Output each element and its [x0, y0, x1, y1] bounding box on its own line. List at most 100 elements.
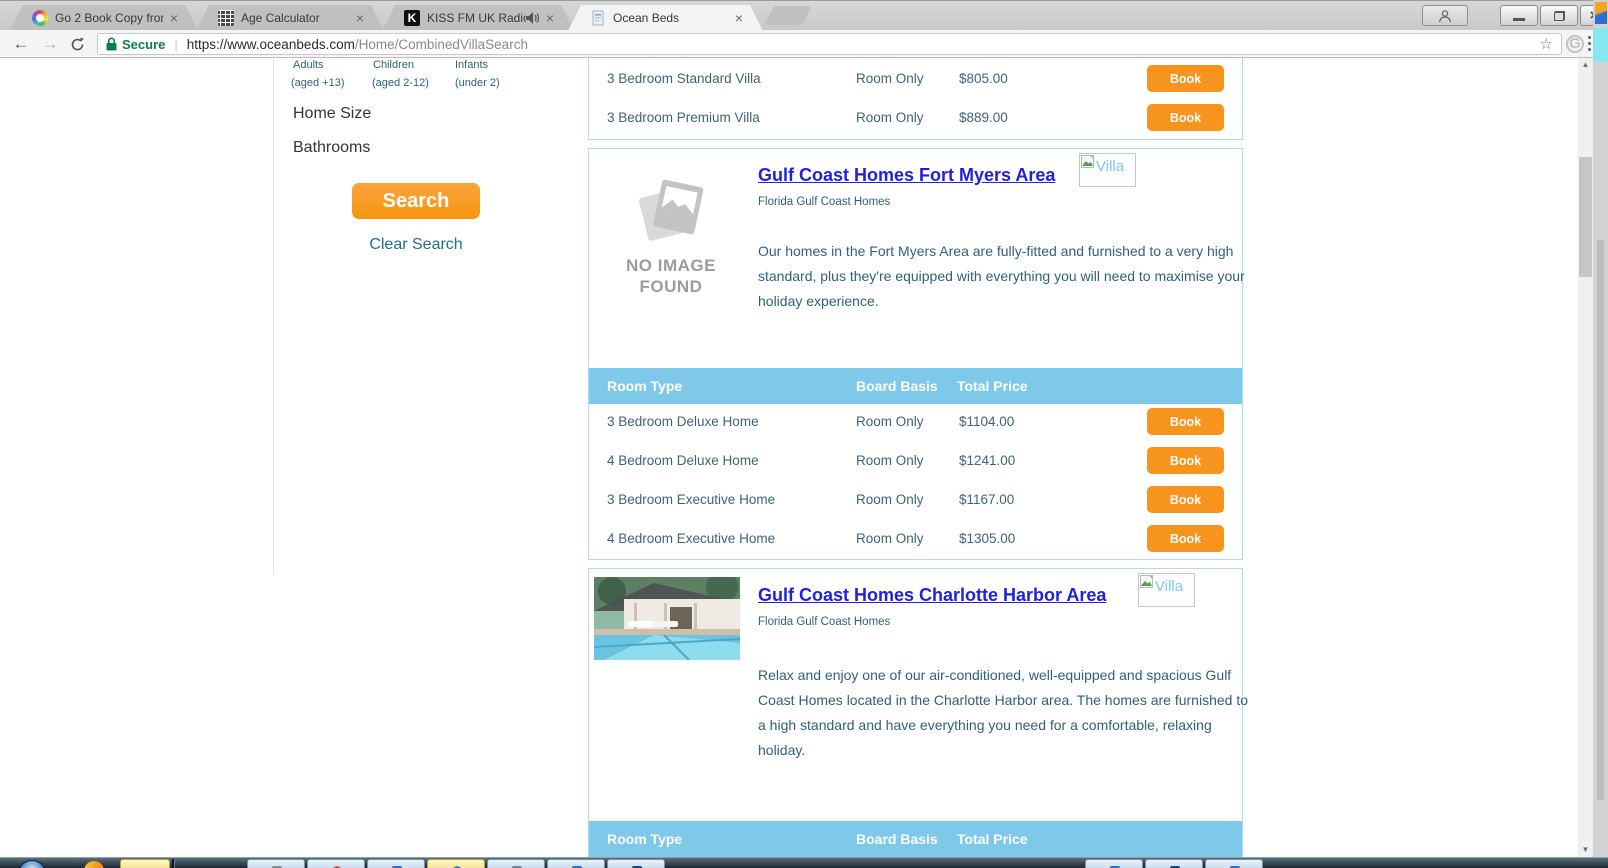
- back-button[interactable]: ←: [8, 32, 34, 56]
- tab-close-icon[interactable]: ×: [735, 11, 743, 25]
- villa-title-link[interactable]: Gulf Coast Homes Charlotte Harbor Area: [758, 585, 1106, 606]
- book-button[interactable]: Book: [1147, 104, 1224, 131]
- taskbar-button-folder[interactable]: [120, 859, 170, 868]
- villa-title-link[interactable]: Gulf Coast Homes Fort Myers Area: [758, 165, 1055, 186]
- taskbar-button[interactable]: [487, 859, 545, 868]
- panel-divider: [273, 58, 274, 575]
- bookmark-star-icon[interactable]: ☆: [1540, 35, 1553, 53]
- adults-label: Adults: [293, 59, 324, 71]
- page-scrollbar[interactable]: ▲ ▼: [1578, 58, 1593, 857]
- tab-title: KISS FM UK Radio Pla: [427, 11, 524, 25]
- board-basis-header: Board Basis: [856, 831, 938, 847]
- table-row: 3 Bedroom Premium Villa Room Only $889.0…: [589, 100, 1242, 139]
- taskbar-button[interactable]: [607, 859, 665, 868]
- no-image-placeholder: NO IMAGE FOUND: [601, 173, 741, 297]
- table-row: 3 Bedroom Deluxe Home Room Only $1104.00…: [589, 404, 1242, 443]
- taskbar-button[interactable]: [547, 859, 605, 868]
- board-basis-cell: Room Only: [856, 110, 924, 125]
- room-type-cell: 3 Bedroom Executive Home: [607, 492, 776, 507]
- image-alt-text: Villa: [1155, 578, 1184, 595]
- start-button[interactable]: [18, 860, 46, 868]
- tab-close-icon[interactable]: ×: [546, 11, 554, 25]
- book-button[interactable]: Book: [1147, 408, 1224, 435]
- room-type-cell: 4 Bedroom Deluxe Home: [607, 453, 759, 468]
- address-bar[interactable]: Secure | https://www.oceanbeds.com/Home/…: [97, 33, 1562, 55]
- profile-button[interactable]: [1422, 5, 1468, 26]
- background-window-icon: [1595, 2, 1607, 24]
- villa-card-fort-myers: NO IMAGE FOUND Gulf Coast Homes Fort Mye…: [588, 148, 1245, 560]
- background-window-scrollbar: [1597, 240, 1604, 800]
- tab-close-icon[interactable]: ×: [356, 11, 364, 25]
- restore-button[interactable]: [1540, 5, 1578, 26]
- scrollbar-thumb[interactable]: [1579, 157, 1592, 277]
- board-basis-cell: Room Only: [856, 71, 924, 86]
- taskbar-button[interactable]: [247, 859, 305, 868]
- tab-age-calculator[interactable]: Age Calculator ×: [196, 5, 384, 31]
- tab-title: Ocean Beds: [613, 11, 680, 25]
- kiss-fm-icon: K: [404, 10, 420, 26]
- total-price-cell: $1241.00: [959, 453, 1016, 468]
- villa-card-partial: 3 Bedroom Standard Villa Room Only $805.…: [588, 58, 1243, 140]
- restore-icon: [1553, 10, 1565, 21]
- board-basis-cell: Room Only: [856, 453, 924, 468]
- board-basis-cell: Room Only: [856, 531, 924, 546]
- minimize-icon: [1513, 18, 1525, 21]
- room-type-cell: 4 Bedroom Executive Home: [607, 531, 776, 546]
- board-basis-cell: Room Only: [856, 492, 924, 507]
- book-button[interactable]: Book: [1147, 525, 1224, 552]
- total-price-cell: $1104.00: [959, 414, 1015, 429]
- secure-lock-icon: [106, 37, 117, 51]
- tab-close-icon[interactable]: ×: [170, 11, 178, 25]
- taskbar-button[interactable]: [367, 859, 425, 868]
- background-window-edge: [1593, 0, 1608, 868]
- browser-toolbar: ← → Secure | https://www.oceanbeds.com/H…: [0, 30, 1593, 58]
- room-type-cell: 3 Bedroom Standard Villa: [607, 71, 761, 86]
- book-button[interactable]: Book: [1147, 447, 1224, 474]
- extension-icon[interactable]: G: [1566, 35, 1584, 53]
- reload-button[interactable]: [64, 32, 90, 56]
- taskbar-separator: [172, 859, 174, 868]
- total-price-cell: $805.00: [959, 71, 1008, 86]
- taskbar-button[interactable]: [1085, 859, 1143, 868]
- villa-card-charlotte-harbor: Gulf Coast Homes Charlotte Harbor Area V…: [588, 568, 1248, 857]
- villa-subtitle: Florida Gulf Coast Homes: [758, 196, 891, 208]
- table-row: 4 Bedroom Deluxe Home Room Only $1241.00…: [589, 443, 1242, 482]
- audio-speaker-icon[interactable]: [526, 12, 540, 24]
- taskbar: [0, 857, 1608, 868]
- taskbar-button[interactable]: [1205, 859, 1263, 868]
- taskbar-button-active[interactable]: [427, 859, 485, 868]
- taskbar-app-icon[interactable]: [84, 861, 104, 868]
- adults-sub-label: (aged +13): [291, 77, 345, 89]
- minimize-button[interactable]: [1500, 5, 1538, 26]
- forward-button[interactable]: →: [37, 32, 63, 56]
- clear-search-link[interactable]: Clear Search: [352, 236, 480, 254]
- total-price-cell: $1305.00: [959, 531, 1016, 546]
- tab-go2book[interactable]: Go 2 Book Copy from SP ×: [10, 5, 198, 31]
- image-alt-text: Villa: [1096, 158, 1125, 175]
- taskbar-button[interactable]: [307, 859, 365, 868]
- total-price-header: Total Price: [957, 378, 1028, 394]
- new-tab-button[interactable]: [765, 7, 811, 24]
- background-window-band: [1593, 28, 1608, 62]
- search-button[interactable]: Search: [352, 183, 480, 219]
- book-button[interactable]: Book: [1147, 486, 1224, 513]
- scroll-down-arrow[interactable]: ▼: [1578, 843, 1593, 857]
- board-basis-cell: Room Only: [856, 414, 924, 429]
- taskbar-button[interactable]: [1145, 859, 1203, 868]
- total-price-cell: $1167.00: [959, 492, 1015, 507]
- url-host: https://www.oceanbeds.com: [186, 36, 355, 52]
- table-row: 3 Bedroom Executive Home Room Only $1167…: [589, 482, 1242, 521]
- broken-image-icon: [1081, 155, 1094, 168]
- tab-kiss-fm[interactable]: K KISS FM UK Radio Pla ×: [382, 5, 574, 31]
- page-icon: [590, 10, 606, 26]
- broken-image-icon: [1140, 575, 1153, 588]
- book-button[interactable]: Book: [1147, 65, 1224, 92]
- table-header: Room Type Board Basis Total Price: [589, 821, 1242, 857]
- villa-subtitle: Florida Gulf Coast Homes: [758, 616, 891, 628]
- no-image-text-line2: FOUND: [639, 277, 703, 296]
- scroll-up-arrow[interactable]: ▲: [1578, 58, 1593, 72]
- villa-photo: [594, 577, 740, 660]
- tab-ocean-beds[interactable]: Ocean Beds ×: [568, 5, 763, 31]
- browser-window: Go 2 Book Copy from SP × Age Calculator …: [0, 0, 1608, 868]
- menu-icon[interactable]: [1588, 33, 1592, 54]
